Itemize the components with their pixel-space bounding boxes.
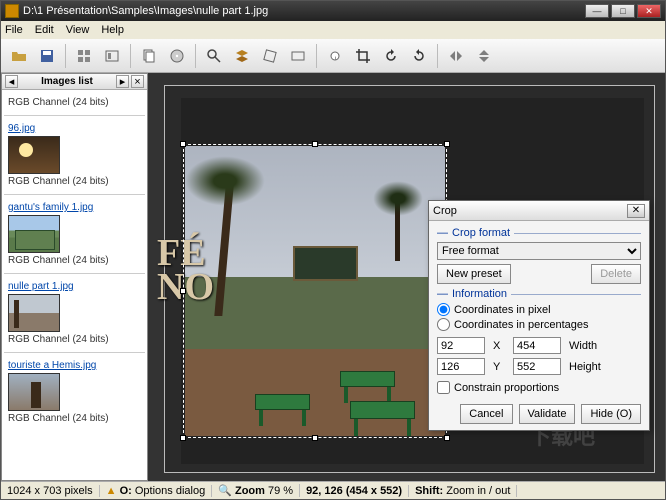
new-preset-button[interactable]: New preset (437, 264, 511, 284)
cancel-button[interactable]: Cancel (460, 404, 512, 424)
file-link[interactable]: nulle part 1.jpg (8, 281, 141, 292)
crop-dialog[interactable]: Crop ✕ —Crop format Free format New pres… (428, 200, 650, 431)
zoom-icon[interactable] (202, 44, 226, 68)
menu-file[interactable]: File (5, 24, 23, 36)
status-info: 92, 126 (454 x 552) (306, 485, 402, 497)
sidebar: ◂ Images list ▸ × RGB Channel (24 bits) … (1, 73, 148, 481)
cd-icon[interactable] (165, 44, 189, 68)
channel-label: RGB Channel (24 bits) (8, 97, 141, 108)
sidebar-prev-icon[interactable]: ◂ (5, 75, 18, 88)
crop-tool-icon[interactable] (351, 44, 375, 68)
dialog-close-icon[interactable]: ✕ (627, 204, 645, 218)
x-input[interactable] (437, 337, 485, 354)
menu-view[interactable]: View (66, 24, 90, 36)
thumbnail[interactable] (8, 294, 60, 332)
dialog-titlebar[interactable]: Crop ✕ (429, 201, 649, 221)
flip-h-icon[interactable] (444, 44, 468, 68)
layers-icon[interactable] (230, 44, 254, 68)
list-item: 96.jpg RGB Channel (24 bits) (4, 120, 145, 190)
y-input[interactable] (437, 358, 485, 375)
file-link[interactable]: touriste a Hemis.jpg (8, 360, 141, 371)
list-item: RGB Channel (24 bits) (4, 92, 145, 111)
list-item: gantu's family 1.jpg RGB Channel (24 bit… (4, 199, 145, 269)
minimize-button[interactable]: — (585, 4, 609, 18)
thumbnail[interactable] (8, 136, 60, 174)
card-icon[interactable] (286, 44, 310, 68)
radio-pixel[interactable] (437, 303, 450, 316)
toolbar (1, 39, 665, 73)
constrain-checkbox[interactable] (437, 381, 450, 394)
menubar: File Edit View Help (1, 21, 665, 39)
rotate-icon[interactable] (258, 44, 282, 68)
menu-help[interactable]: Help (101, 24, 124, 36)
sidebar-close-icon[interactable]: × (131, 75, 144, 88)
channel-label: RGB Channel (24 bits) (8, 334, 141, 345)
radio-percent[interactable] (437, 318, 450, 331)
menu-edit[interactable]: Edit (35, 24, 54, 36)
brightness-icon[interactable] (323, 44, 347, 68)
file-link[interactable]: 96.jpg (8, 123, 141, 134)
photo (185, 146, 445, 436)
channel-label: RGB Channel (24 bits) (8, 176, 141, 187)
sidebar-header: ◂ Images list ▸ × (2, 74, 147, 90)
warn-icon: ▲ (106, 485, 117, 497)
file-link[interactable]: gantu's family 1.jpg (8, 202, 141, 213)
hide-button[interactable]: Hide (O) (581, 404, 641, 424)
flip-v-icon[interactable] (472, 44, 496, 68)
thumbnail[interactable] (8, 373, 60, 411)
open-icon[interactable] (7, 44, 31, 68)
group-crop-format: Crop format (452, 227, 510, 239)
delete-button[interactable]: Delete (591, 264, 641, 284)
thumb-icon[interactable] (100, 44, 124, 68)
rotate-left-icon[interactable] (379, 44, 403, 68)
save-icon[interactable] (35, 44, 59, 68)
channel-label: RGB Channel (24 bits) (8, 413, 141, 424)
wall-text: FÉNO (157, 236, 214, 304)
app-icon (5, 4, 19, 18)
titlebar[interactable]: D:\1 Présentation\Samples\Images\nulle p… (1, 1, 665, 21)
statusbar: 1024 x 703 pixels ▲ O: Options dialog 🔍 … (1, 481, 665, 499)
dialog-title: Crop (433, 205, 457, 217)
list-item: touriste a Hemis.jpg RGB Channel (24 bit… (4, 357, 145, 427)
files-icon[interactable] (137, 44, 161, 68)
maximize-button[interactable]: □ (611, 4, 635, 18)
window-title: D:\1 Présentation\Samples\Images\nulle p… (23, 5, 268, 17)
crop-format-select[interactable]: Free format (437, 242, 641, 260)
rotate-right-icon[interactable] (407, 44, 431, 68)
grid-icon[interactable] (72, 44, 96, 68)
zoom-status-icon: 🔍 (218, 485, 232, 497)
channel-label: RGB Channel (24 bits) (8, 255, 141, 266)
width-input[interactable] (513, 337, 561, 354)
status-dims: 1024 x 703 pixels (1, 485, 100, 497)
thumbnail[interactable] (8, 215, 60, 253)
list-item: nulle part 1.jpg RGB Channel (24 bits) (4, 278, 145, 348)
close-button[interactable]: ✕ (637, 4, 661, 18)
group-information: Information (452, 288, 507, 300)
sidebar-next-icon[interactable]: ▸ (116, 75, 129, 88)
validate-button[interactable]: Validate (519, 404, 576, 424)
image-list[interactable]: RGB Channel (24 bits) 96.jpg RGB Channel… (2, 90, 147, 480)
height-input[interactable] (513, 358, 561, 375)
